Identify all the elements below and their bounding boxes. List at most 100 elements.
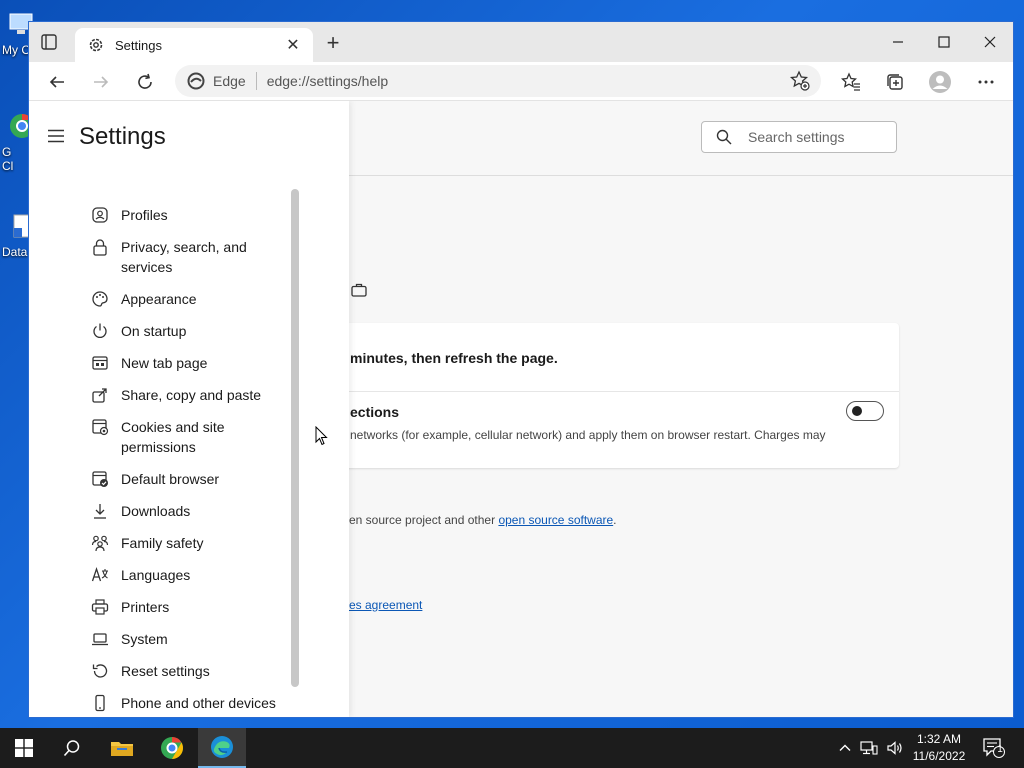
forward-button[interactable] [87, 68, 115, 96]
sidebar-item-label: Phone and other devices [121, 695, 276, 711]
sidebar-item-on-startup[interactable]: On startup [91, 321, 291, 341]
sidebar-item-label: Privacy, search, and services [121, 239, 247, 275]
profile-button[interactable] [926, 68, 954, 96]
sidebar-item-label: On startup [121, 323, 187, 339]
metered-connections-toggle[interactable] [846, 401, 884, 421]
address-url[interactable]: edge://settings/help [267, 73, 789, 89]
chevron-up-icon[interactable] [838, 741, 852, 755]
metered-connections-title: ections [350, 404, 400, 420]
search-settings-box[interactable] [701, 121, 897, 153]
maximize-button[interactable] [921, 28, 967, 56]
taskbar-edge[interactable] [198, 728, 246, 768]
taskbar-file-explorer[interactable] [98, 728, 146, 768]
network-icon[interactable] [860, 740, 878, 756]
mouse-cursor-icon [315, 426, 328, 446]
sidebar-item-languages[interactable]: Languages [91, 565, 291, 585]
sidebar-item-label: Default browser [121, 471, 220, 487]
power-icon [93, 323, 107, 338]
cookies-icon [92, 419, 109, 436]
sidebar-item-appearance[interactable]: Appearance [91, 289, 291, 309]
content-header [349, 101, 1013, 176]
reset-icon [92, 664, 108, 678]
sidebar-item-label: System [121, 631, 168, 647]
back-button[interactable] [43, 68, 71, 96]
start-button[interactable] [0, 728, 48, 768]
toggle-knob [852, 406, 862, 416]
collections-button[interactable] [881, 68, 909, 96]
phone-icon [95, 694, 105, 712]
sidebar-item-cookies[interactable]: Cookies and site permissions [91, 417, 291, 457]
desktop-icon-label: G Cl [2, 145, 14, 173]
address-bar[interactable]: Edge edge://settings/help [175, 65, 821, 97]
printer-icon [91, 599, 109, 615]
tab-actions-icon[interactable] [41, 34, 57, 50]
lock-icon [93, 239, 107, 256]
new-tab-icon [92, 356, 108, 370]
sidebar-item-family-safety[interactable]: Family safety [91, 533, 291, 553]
hamburger-menu-icon[interactable] [47, 129, 65, 143]
search-icon [716, 129, 732, 145]
system-clock[interactable]: 1:32 AM 11/6/2022 [906, 731, 972, 765]
windows-logo-icon [15, 739, 33, 757]
open-source-software-link[interactable]: open source software [498, 513, 613, 527]
search-icon [63, 740, 80, 757]
tab-settings[interactable]: Settings ✕ [75, 28, 313, 62]
minimize-button[interactable] [875, 28, 921, 56]
sidebar-scrollbar[interactable] [291, 189, 299, 687]
sidebar-item-downloads[interactable]: Downloads [91, 501, 291, 521]
sidebar-item-profiles[interactable]: Profiles [91, 205, 291, 225]
open-source-suffix: . [613, 513, 617, 527]
sidebar-item-label: Cookies and site permissions [121, 419, 225, 455]
settings-more-button[interactable] [972, 68, 1000, 96]
search-input[interactable] [746, 128, 890, 146]
minimize-icon [893, 41, 903, 43]
address-site-label: Edge [213, 73, 246, 89]
sidebar-title: Settings [79, 123, 166, 150]
tab-bar: Settings ✕ + [29, 22, 1013, 62]
sidebar-item-label: Share, copy and paste [121, 387, 262, 403]
clock-date: 11/6/2022 [912, 749, 966, 763]
new-tab-button[interactable]: + [323, 32, 343, 54]
sidebar-item-share-copy-paste[interactable]: Share, copy and paste [91, 385, 291, 405]
more-icon [978, 80, 994, 84]
desktop-icon-data[interactable]: Data [0, 212, 31, 259]
volume-icon[interactable] [886, 740, 904, 756]
gear-icon [89, 38, 103, 52]
sidebar-item-system[interactable]: System [91, 629, 291, 649]
maximize-icon [938, 36, 950, 48]
notification-count: 1 [997, 744, 1003, 755]
navigation-toolbar: Edge edge://settings/help [29, 62, 1013, 101]
update-status-text: minutes, then refresh the page. [350, 350, 558, 366]
sidebar-item-new-tab-page[interactable]: New tab page [91, 353, 291, 373]
address-separator [255, 72, 257, 90]
arrow-left-icon [49, 76, 64, 88]
desktop-icon-google-chrome[interactable]: G Cl [0, 112, 34, 173]
briefcase-icon [351, 283, 367, 297]
system-tray [838, 728, 904, 768]
sidebar-item-reset-settings[interactable]: Reset settings [91, 661, 291, 681]
edge-logo-icon [187, 72, 205, 90]
browser-window: Settings ✕ + Edge edge://settings/help S… [28, 21, 1014, 718]
terms-agreement-link[interactable]: es agreement [349, 598, 422, 612]
sidebar-item-privacy[interactable]: Privacy, search, and services [91, 237, 291, 277]
chrome-icon [161, 737, 183, 759]
sidebar-item-label: Reset settings [121, 663, 210, 679]
family-icon [91, 535, 109, 552]
taskbar-search-button[interactable] [48, 728, 96, 768]
add-favorite-icon[interactable] [789, 70, 811, 92]
desktop-icon-my-computer[interactable]: My C [0, 10, 33, 57]
refresh-icon [138, 73, 152, 89]
about-card: minutes, then refresh the page. ections … [289, 323, 899, 468]
refresh-button[interactable] [131, 68, 159, 96]
avatar-icon [929, 71, 951, 93]
laptop-icon [92, 633, 108, 646]
sidebar-item-printers[interactable]: Printers [91, 597, 291, 617]
sidebar-item-phone-devices[interactable]: Phone and other devices [91, 693, 291, 713]
close-window-button[interactable] [967, 28, 1013, 56]
favorites-button[interactable] [837, 68, 865, 96]
sidebar-item-default-browser[interactable]: Default browser [91, 469, 291, 489]
sidebar-item-label: Family safety [121, 535, 204, 551]
taskbar-chrome[interactable] [148, 728, 196, 768]
action-center-button[interactable]: 1 [982, 728, 1006, 768]
close-tab-button[interactable]: ✕ [283, 35, 303, 55]
